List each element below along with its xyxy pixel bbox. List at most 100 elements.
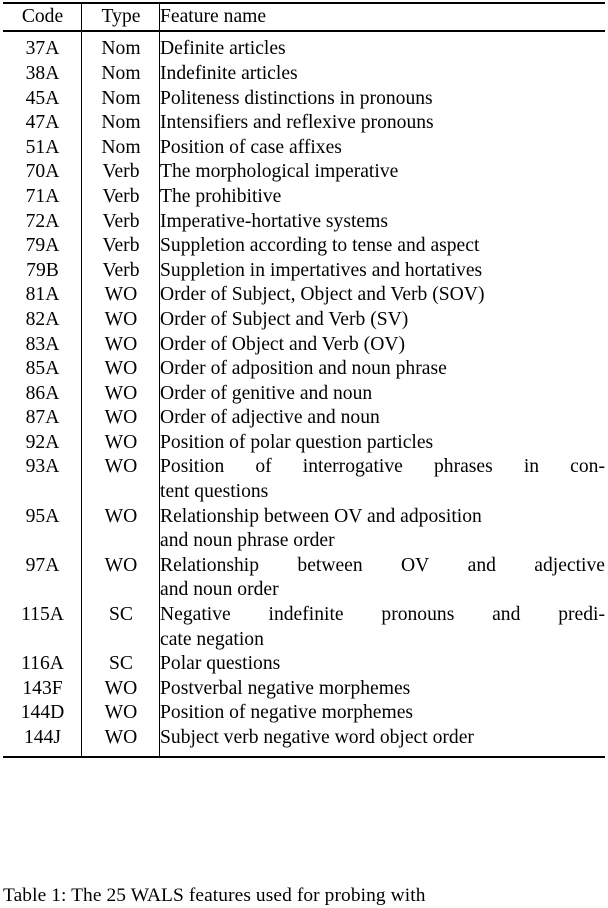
cell-feature-name: Intensifiers and reflexive pronouns (160, 111, 605, 136)
column-header-feature-name-label: Feature name (160, 6, 267, 28)
vertical-rule-2 (158, 430, 160, 456)
cell-feature-name: Subject verb negative word object order (160, 726, 605, 756)
feature-name-value: Order of Subject, Object and Verb (SOV) (160, 284, 485, 306)
table-bottom-rule (3, 755, 605, 758)
table-row: 37A Nom Definite articles (3, 32, 605, 62)
cell-feature-name: Position of polar question particles (160, 431, 605, 456)
cell-type: WO (82, 332, 160, 358)
cell-type: WO (82, 726, 160, 756)
cell-code: 71A (3, 184, 82, 210)
cell-code: 144D (3, 701, 82, 726)
cell-feature-name: Relationship between OV and adposition an… (160, 505, 605, 554)
code-value: 97A (25, 554, 60, 576)
vertical-rule-2 (158, 332, 160, 358)
vertical-rule-2 (158, 406, 160, 431)
code-value: 115A (21, 604, 64, 626)
table-header-row: Code Type Feature name (3, 4, 605, 31)
type-value: Verb (102, 235, 140, 257)
code-value: 86A (25, 382, 60, 404)
feature-name-value: Intensifiers and reflexive pronouns (160, 112, 434, 134)
code-value: 143F (22, 677, 63, 699)
feature-name-value: Definite articles (160, 38, 286, 60)
code-value: 95A (25, 505, 60, 527)
type-value: Nom (101, 136, 141, 158)
code-value: 93A (25, 456, 60, 478)
cell-feature-name: The prohibitive (160, 185, 605, 210)
table-row: 86A WO Order of genitive and noun (3, 381, 605, 407)
column-header-code: Code (3, 4, 82, 31)
feature-name-line: Position of interrogative phrases in con- (160, 456, 605, 478)
feature-name-value: Suppletion according to tense and aspect (160, 235, 480, 257)
type-value: WO (104, 407, 138, 429)
code-value: 144D (20, 702, 65, 724)
cell-code: 116A (3, 652, 82, 677)
vertical-rule-2 (158, 381, 160, 407)
cell-type: WO (82, 504, 160, 554)
cell-code: 143F (3, 676, 82, 702)
table-row: 116A SC Polar questions (3, 652, 605, 677)
vertical-rule-2 (158, 357, 160, 382)
feature-name-line: and noun phrase order (160, 530, 335, 552)
code-value: 45A (25, 87, 60, 109)
cell-code: 115A (3, 603, 82, 653)
code-value: 116A (21, 653, 64, 675)
type-value: WO (104, 505, 138, 527)
feature-name-value: Order of adjective and noun (160, 407, 380, 429)
vertical-rule-2 (158, 652, 160, 677)
feature-name-line: Relationship between OV and adjective (160, 554, 605, 576)
cell-feature-name: The morphological imperative (160, 160, 605, 185)
table-row: 81A WO Order of Subject, Object and Verb (… (3, 283, 605, 308)
feature-name-value: Position of polar question particles (160, 431, 434, 453)
vertical-rule-2 (158, 504, 160, 554)
cell-code: 144J (3, 726, 82, 756)
cell-type: WO (82, 406, 160, 431)
cell-type: WO (82, 357, 160, 382)
type-value: WO (104, 554, 138, 576)
cell-code: 79B (3, 258, 82, 284)
cell-type: SC (82, 603, 160, 653)
code-value: 92A (25, 431, 60, 453)
type-value: Verb (102, 210, 140, 232)
cell-code: 87A (3, 406, 82, 431)
code-value: 87A (25, 407, 60, 429)
cell-code: 85A (3, 357, 82, 382)
cell-type: WO (82, 430, 160, 456)
feature-name-line: tent questions (160, 481, 269, 503)
vertical-rule-2 (158, 258, 160, 284)
wals-table-body: 37A Nom Definite articles 38A Nom Indefinite … (3, 32, 605, 756)
cell-type: WO (82, 553, 160, 604)
cell-type: Verb (82, 184, 160, 210)
cell-type: WO (82, 283, 160, 308)
cell-feature-name: Suppletion according to tense and aspect (160, 234, 605, 259)
cell-feature-name: Position of interrogative phrases in con-tent… (160, 455, 605, 504)
code-value: 83A (25, 333, 60, 355)
type-value: SC (109, 653, 133, 675)
vertical-rule-2 (158, 234, 160, 259)
cell-code: 82A (3, 307, 82, 333)
code-value: 37A (25, 38, 60, 60)
table-row: 87A WO Order of adjective and noun (3, 406, 605, 431)
feature-name-value: Order of adposition and noun phrase (160, 358, 447, 380)
feature-name-value: Order of Subject and Verb (SV) (160, 308, 409, 330)
cell-code: 51A (3, 135, 82, 161)
feature-name-line: Negative indefinite pronouns and predi- (160, 604, 605, 626)
vertical-rule-2 (158, 701, 160, 726)
cell-type: Verb (82, 160, 160, 185)
cell-feature-name: Negative indefinite pronouns and predi-cate … (160, 603, 605, 652)
vertical-rule-2 (158, 184, 160, 210)
table-row: 79B Verb Suppletion in impertatives and ho… (3, 258, 605, 284)
cell-type: WO (82, 676, 160, 702)
cell-feature-name: Order of adjective and noun (160, 406, 605, 431)
table-row: 85A WO Order of adposition and noun phrase (3, 357, 605, 382)
cell-feature-name: Position of negative morphemes (160, 701, 605, 726)
type-value: Nom (101, 38, 141, 60)
feature-name-value: Position of negative morphemes (160, 702, 414, 724)
code-value: 144J (23, 727, 62, 748)
table-row: 72A Verb Imperative-hortative systems (3, 209, 605, 235)
type-value: WO (104, 702, 138, 724)
cell-feature-name: Postverbal negative morphemes (160, 677, 605, 702)
cell-code: 72A (3, 209, 82, 235)
vertical-rule-2 (158, 209, 160, 235)
code-value: 72A (25, 210, 60, 232)
code-value: 82A (25, 308, 60, 330)
